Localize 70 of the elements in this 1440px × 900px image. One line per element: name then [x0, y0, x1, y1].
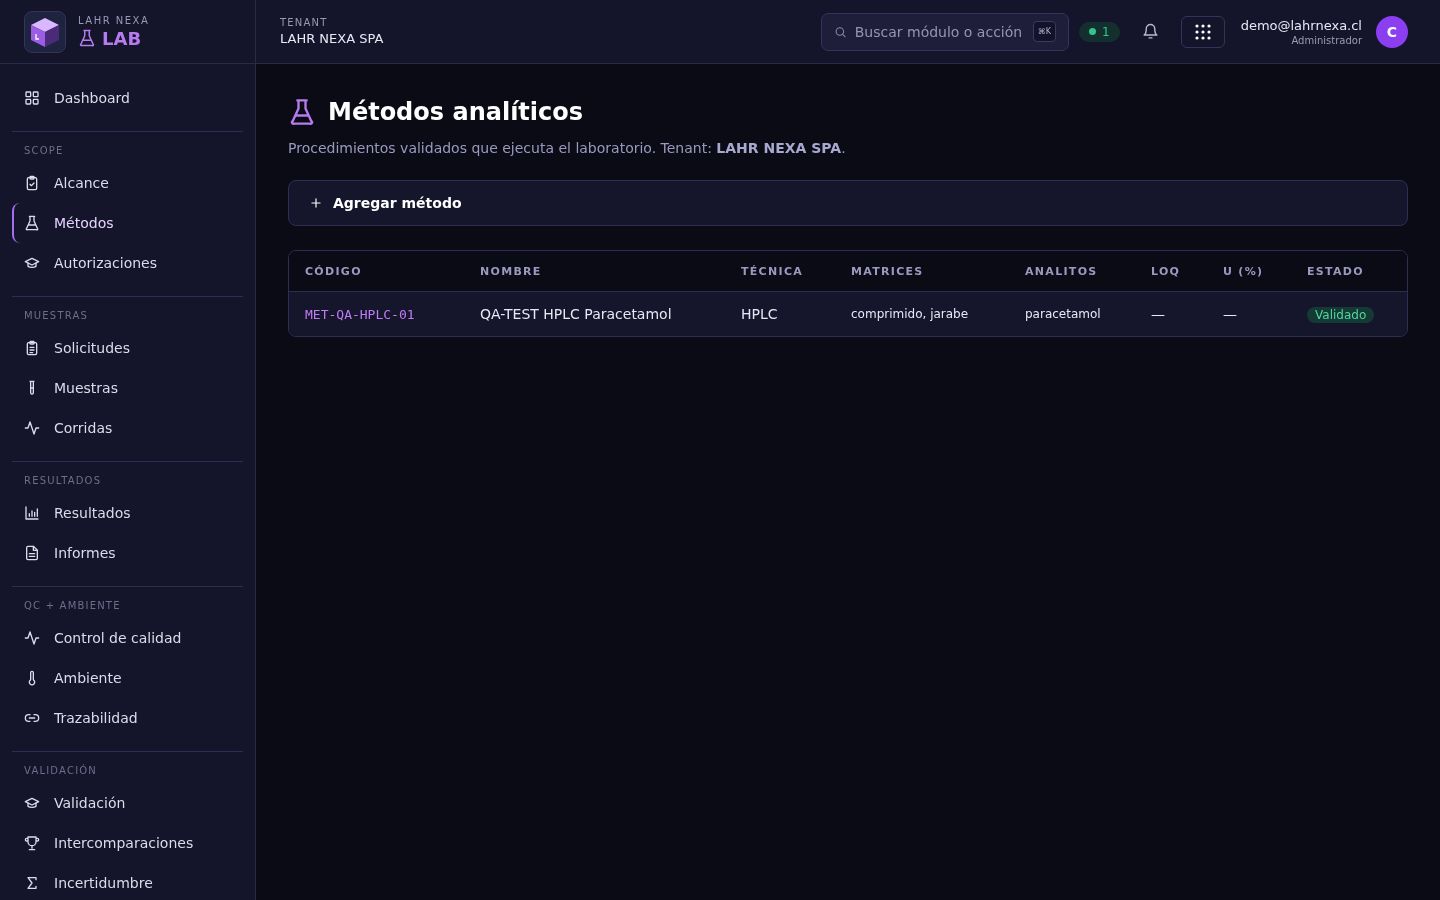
cube-logo: [24, 10, 66, 53]
status-badge: Validado: [1307, 307, 1375, 323]
bell-icon: [1141, 23, 1159, 40]
search-field[interactable]: Buscar módulo o acción: [854, 23, 1025, 40]
sidebar-item[interactable]: Incertidumbre: [12, 863, 243, 900]
grid-dots-icon: [1194, 23, 1211, 40]
column-header: LOQ: [1150, 264, 1182, 278]
sidebar-item[interactable]: Validación: [12, 783, 243, 823]
clipboard-list-icon: [24, 340, 40, 356]
method-code[interactable]: MET-QA-HPLC-01: [289, 306, 464, 322]
table-cell-text: HPLC: [740, 306, 779, 322]
grid-icon: [24, 90, 40, 106]
shortcut-key: ⌘K: [1032, 21, 1056, 42]
column-header: NOMBRE: [479, 264, 543, 278]
table-cell-text: —: [1222, 306, 1238, 322]
user-avatar[interactable]: C: [1376, 15, 1408, 48]
column-header: U (%): [1222, 264, 1265, 278]
sidebar-item[interactable]: Informes: [12, 533, 243, 573]
sidebar-item[interactable]: Ambiente: [12, 658, 243, 698]
clipboard-check-icon: [24, 175, 40, 191]
plus-icon: [309, 196, 323, 210]
section-heading: SCOPE: [23, 144, 65, 158]
tenant-label: TENANT: [280, 17, 329, 28]
page-title: Métodos analíticos: [328, 98, 584, 126]
user-email: demo@lahrnexa.cl: [1240, 17, 1362, 33]
graduation-cap-icon: [24, 255, 40, 271]
user-role: Administrador: [1290, 34, 1362, 46]
sidebar-item[interactable]: Trazabilidad: [12, 698, 243, 738]
sidebar-item[interactable]: Alcance: [12, 163, 243, 203]
sigma-icon: [24, 875, 40, 891]
search-bar[interactable]: Buscar módulo o acción ⌘K: [821, 12, 1069, 51]
table-cell-text: —: [1150, 306, 1166, 322]
column-header: ESTADO: [1306, 264, 1365, 278]
document-icon: [24, 545, 40, 561]
tenant-name: LAHR NEXA SPA: [280, 31, 385, 46]
table-cell-text: comprimido, jarabe: [850, 307, 970, 321]
sidebar-item[interactable]: Corridas: [12, 408, 243, 448]
column-header: MATRICES: [850, 264, 925, 278]
add-method-button[interactable]: Agregar método: [288, 180, 1408, 226]
sidebar-item[interactable]: Resultados: [12, 493, 243, 533]
sidebar-item[interactable]: Métodos: [12, 203, 243, 243]
apps-button[interactable]: [1180, 15, 1225, 48]
trophy-icon: [24, 835, 40, 851]
pulse-icon: [24, 630, 40, 646]
sidebar-item[interactable]: Dashboard: [12, 78, 243, 118]
product-name: LAB: [102, 27, 142, 49]
section-heading: QC + AMBIENTE: [23, 599, 122, 613]
table-cell-text: QA-TEST HPLC Paracetamol: [479, 306, 673, 322]
page-subtitle: Procedimientos validados que ejecuta el laboratorio. Tenant: LAHR NEXA SPA.: [288, 140, 847, 156]
column-header: ANALITOS: [1024, 264, 1099, 278]
section-heading: VALIDACIÓN: [23, 763, 99, 778]
company-name: LAHR NEXA: [78, 14, 150, 26]
graduation-cap-icon: [24, 795, 40, 811]
flask-icon: [24, 215, 40, 231]
sidebar-item[interactable]: Muestras: [12, 368, 243, 408]
sidebar-item[interactable]: Intercomparaciones: [12, 823, 243, 863]
sidebar-item[interactable]: Control de calidad: [12, 618, 243, 658]
section-heading: MUESTRAS: [23, 309, 90, 323]
search-icon: [834, 24, 847, 39]
column-header: TÉCNICA: [740, 264, 805, 278]
flask-icon: [78, 29, 96, 47]
sidebar-item[interactable]: Solicitudes: [12, 328, 243, 368]
status-badge[interactable]: 1: [1079, 21, 1120, 42]
column-header: CÓDIGO: [304, 264, 363, 278]
table-cell-text: paracetamol: [1024, 307, 1102, 321]
sidebar-item[interactable]: Autorizaciones: [12, 243, 243, 283]
section-heading: RESULTADOS: [23, 474, 103, 488]
bar-chart-icon: [24, 505, 40, 521]
flask-icon: [288, 98, 316, 126]
pulse-icon: [24, 420, 40, 436]
